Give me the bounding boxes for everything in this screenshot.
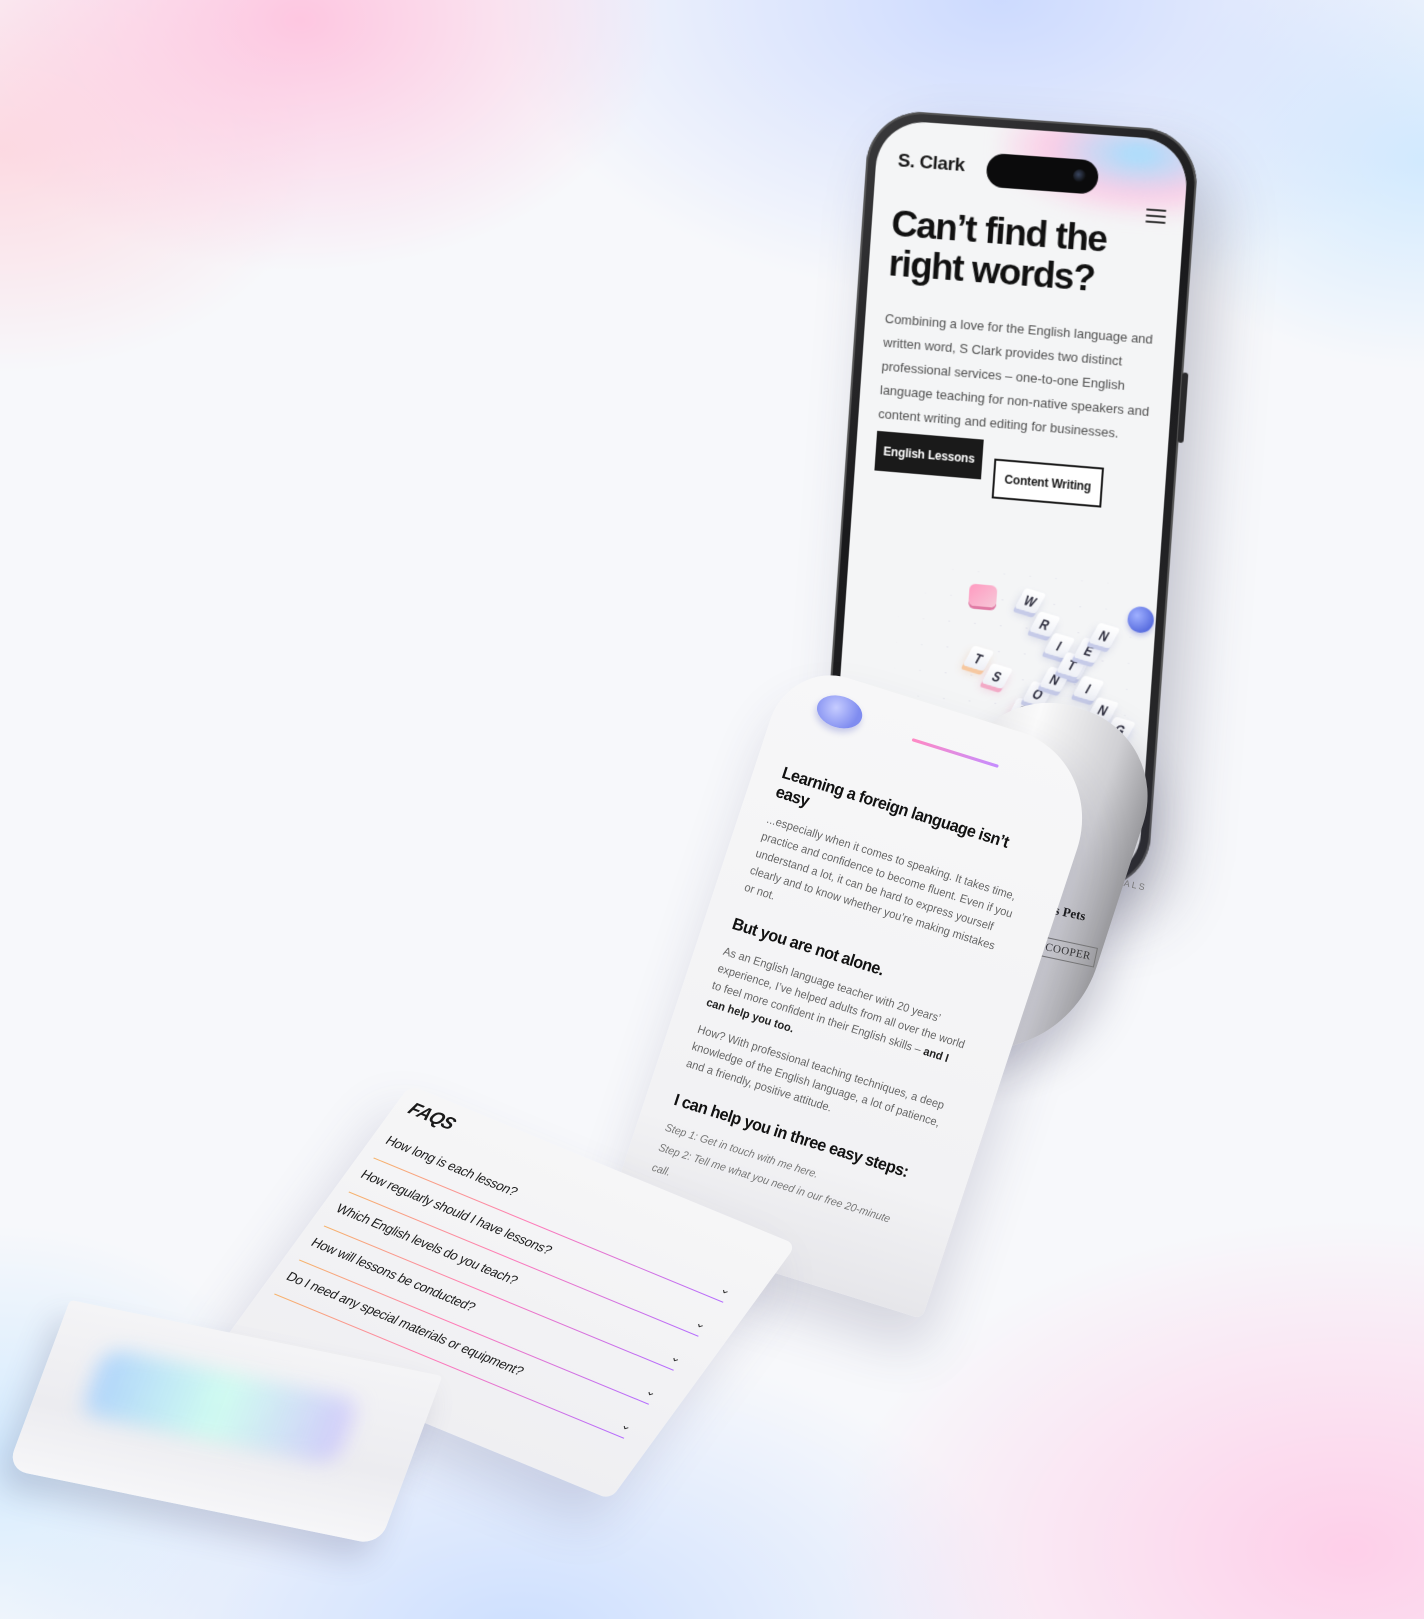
chevron-down-icon[interactable]: ⌄ bbox=[643, 1384, 661, 1400]
chevron-down-icon[interactable]: ⌄ bbox=[668, 1350, 686, 1366]
content-writing-button[interactable]: Content Writing bbox=[991, 458, 1105, 508]
faq-title: FAQS bbox=[404, 1098, 460, 1134]
hero-description: Combining a love for the English languag… bbox=[877, 310, 1154, 441]
english-lessons-button[interactable]: English Lessons bbox=[874, 430, 984, 480]
hero-title: Can’t find the right words? bbox=[887, 202, 1109, 299]
chevron-down-icon[interactable]: ⌄ bbox=[618, 1418, 636, 1434]
chevron-down-icon[interactable]: ⌄ bbox=[717, 1282, 735, 1298]
site-logo[interactable]: S. Clark bbox=[897, 150, 965, 177]
chat-bubble-icon bbox=[968, 583, 998, 608]
footer-gradient-glow bbox=[80, 1347, 360, 1466]
chevron-down-icon[interactable]: ⌄ bbox=[693, 1316, 711, 1332]
